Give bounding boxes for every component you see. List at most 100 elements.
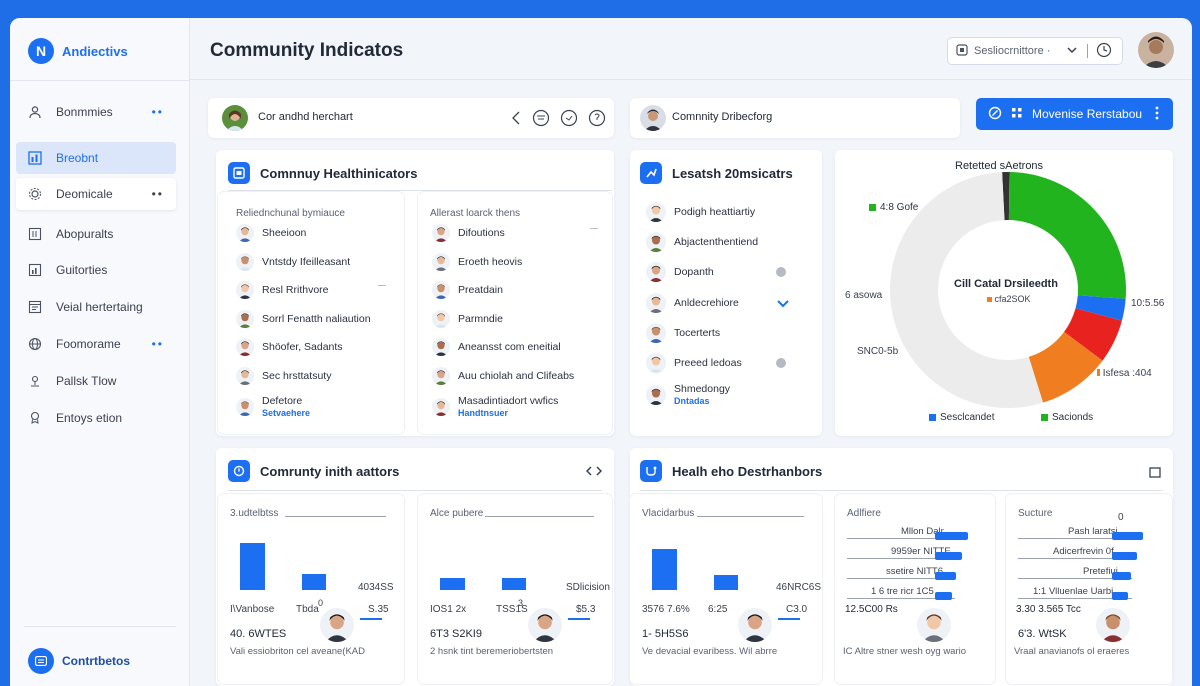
avatar — [528, 608, 562, 642]
list-item[interactable]: Eroeth heovis — [432, 252, 522, 271]
sidebar-item-6[interactable]: Foomorame •• — [16, 328, 176, 360]
list-item[interactable]: Shmedongy Dntadas — [646, 383, 730, 406]
toolbar-title: Cor andhd herchart — [258, 111, 353, 123]
sidebar-item-3[interactable]: Abopuralts — [16, 218, 176, 250]
action-button[interactable]: Movenise Rerstabou — [976, 98, 1173, 130]
sidebar-item-5[interactable]: Veial hertertaing — [16, 291, 176, 323]
filter-icon[interactable] — [532, 109, 550, 132]
list-item[interactable]: Podigh heattiartiy — [646, 202, 755, 222]
hbar-0[interactable] — [935, 532, 968, 540]
list-item[interactable]: Sec hrsttatsuty — [236, 366, 331, 385]
search-select[interactable]: Sesliocrnittore · — [947, 37, 1123, 65]
list-item[interactable]: Aneansst com eneitial — [432, 338, 561, 356]
health-indicators-card: Comnnuy Healthinicators Reliednchunal by… — [216, 150, 614, 436]
sidebar-item-8[interactable]: Entoys etion — [16, 402, 176, 434]
sidebar-item-1[interactable]: Breobnt — [16, 142, 176, 174]
sidebar-item-label: Breobnt — [56, 151, 99, 165]
list-item-label: Shöofer, Sadants — [262, 341, 343, 353]
brand[interactable]: N Andiectivs — [28, 38, 128, 64]
hbar-1[interactable] — [935, 552, 962, 560]
list-item-sub: Handtnsuer — [458, 408, 509, 418]
list-item[interactable]: Masadintiadort vwfics Handtnsuer — [432, 395, 558, 418]
card-title: Lesatsh 20msicatrs — [640, 162, 793, 184]
chevron-down-icon[interactable] — [776, 296, 790, 314]
code-icon[interactable] — [585, 464, 603, 482]
list-item[interactable]: Difoutions — [432, 224, 505, 242]
list-item-text: Sheeioon — [262, 227, 306, 239]
list-item[interactable]: Dopanth — [646, 262, 714, 283]
header-underline — [285, 516, 386, 517]
clock-icon[interactable] — [1096, 42, 1112, 61]
bar-1[interactable] — [302, 573, 326, 590]
avatar — [236, 224, 254, 242]
value-label: 46NRC6S — [776, 582, 822, 593]
list-item-label: Preeed ledoas — [674, 357, 742, 369]
sidebar-item-7[interactable]: Pallsk Tlow — [16, 365, 176, 397]
avatar — [738, 608, 772, 642]
list-item[interactable]: Anldecrehiore — [646, 292, 739, 313]
list-item[interactable]: Abjactenthentiend — [646, 232, 759, 253]
axis-label: 3 — [518, 598, 524, 608]
list-item-text: Dopanth — [674, 266, 714, 278]
list-item[interactable]: Resl Rrithvore — [236, 281, 329, 299]
hbar-0[interactable] — [1112, 532, 1143, 540]
hbar-3[interactable] — [1112, 592, 1128, 600]
refresh-icon[interactable] — [560, 109, 578, 132]
square-icon[interactable] — [1149, 466, 1161, 484]
list-item[interactable]: Auu chiolah and Clifeabs — [432, 366, 574, 385]
info-icon[interactable] — [588, 109, 606, 132]
bar-1[interactable] — [502, 577, 526, 590]
list-item[interactable]: Tocerterts — [646, 322, 720, 343]
user-avatar[interactable] — [1138, 32, 1174, 68]
panel-caption: Ve devacial evaribess. Wil abrre — [642, 646, 778, 657]
list-item[interactable]: Parmndie — [432, 309, 503, 328]
avatar — [236, 338, 254, 356]
bar-1[interactable] — [714, 574, 738, 590]
legend-text: Sesclcandet — [940, 412, 995, 423]
dist-panel-1: Adlfiere Mllon Dalr 9959er NITTE ssetire NI… — [835, 494, 995, 684]
list-item[interactable]: Shöofer, Sadants — [236, 338, 343, 356]
donut-center-sub: cfa2SOK — [987, 294, 1031, 304]
chevron-left-icon[interactable] — [510, 109, 522, 132]
value-label: S.35 — [368, 604, 389, 615]
divider — [640, 490, 1163, 491]
panel-caption: IC Altre stner wesh oyg wario — [843, 646, 967, 657]
bar-0[interactable] — [240, 543, 265, 590]
axis-label: 0 — [1118, 512, 1124, 523]
app-window: N Andiectivs Bonmmies •• Breobnt Deomica… — [10, 18, 1192, 686]
list-item-text: Shmedongy Dntadas — [674, 383, 730, 406]
hbar-2[interactable] — [1112, 572, 1132, 580]
avatar — [236, 309, 254, 328]
list-item[interactable]: Vntstdy Ifeilleasant — [236, 252, 351, 271]
list-item-label: Abjactenthentiend — [674, 236, 759, 249]
hbar-1[interactable] — [1112, 552, 1137, 560]
list-item-label: Vntstdy Ifeilleasant — [262, 255, 351, 268]
list-item[interactable]: Sheeioon — [236, 224, 306, 242]
grid-dots-icon — [1012, 107, 1022, 121]
more-dots-icon[interactable]: •• — [152, 337, 164, 351]
hbar-2[interactable] — [935, 572, 957, 580]
avatar — [646, 262, 666, 283]
more-dots-icon[interactable]: •• — [152, 187, 164, 201]
grid-icon — [28, 227, 42, 241]
sidebar-item-2[interactable]: Deomicale •• — [16, 178, 176, 210]
list-item[interactable]: Defetore Setvaehere — [236, 395, 310, 418]
search-text: Sesliocrnittore · — [974, 45, 1051, 57]
list-item-text: Anldecrehiore — [674, 297, 739, 309]
sidebar-item-0[interactable]: Bonmmies •• — [16, 96, 176, 128]
list-item-sub: Dntadas — [674, 396, 710, 407]
more-vertical-icon[interactable] — [1155, 106, 1159, 123]
chevron-down-icon[interactable] — [1066, 42, 1078, 61]
contributors-button[interactable]: Contrtbetos — [28, 648, 130, 674]
target-icon — [228, 460, 250, 482]
list-item-label: Sorrl Fenatth naliaution — [262, 312, 371, 325]
list-item[interactable]: Preeed ledoas — [646, 353, 742, 373]
bar-0[interactable] — [652, 548, 677, 590]
list-item[interactable]: Preatdain — [432, 281, 503, 299]
bar-0[interactable] — [440, 577, 465, 590]
more-dots-icon[interactable]: •• — [152, 105, 164, 119]
sidebar: N Andiectivs Bonmmies •• Breobnt Deomica… — [10, 18, 190, 686]
list-item[interactable]: Sorrl Fenatth naliaution — [236, 309, 371, 328]
hbar-3[interactable] — [935, 592, 953, 600]
sidebar-item-4[interactable]: Guitorties — [16, 254, 176, 286]
